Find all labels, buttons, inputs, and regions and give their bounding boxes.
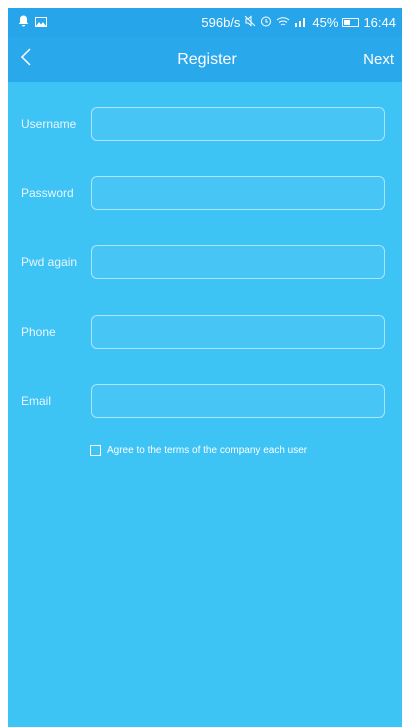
status-bar: 596b/s 45% 16:44 xyxy=(8,8,402,37)
phone-label: Phone xyxy=(21,325,56,339)
battery-percent: 45% xyxy=(312,15,339,30)
username-input[interactable] xyxy=(91,107,385,141)
network-speed: 596b/s xyxy=(201,15,241,30)
chevron-left-icon xyxy=(20,48,31,66)
password-again-input[interactable] xyxy=(91,245,385,279)
wifi-icon xyxy=(276,15,290,30)
notification-icon xyxy=(18,15,29,30)
terms-checkbox[interactable] xyxy=(90,445,101,456)
password-again-label: Pwd again xyxy=(21,255,78,269)
status-left xyxy=(18,15,47,30)
battery-fill xyxy=(344,20,351,25)
terms-label: Agree to the terms of the company each u… xyxy=(107,445,308,456)
phone-screen: 596b/s 45% 16:44 Register Next Username … xyxy=(8,8,402,727)
page-title: Register xyxy=(177,50,237,68)
email-row: Email xyxy=(8,383,402,419)
email-label: Email xyxy=(21,394,52,408)
username-row: Username xyxy=(8,106,402,142)
battery-icon xyxy=(342,18,360,27)
terms-agreement: Agree to the terms of the company each u… xyxy=(90,445,307,456)
signal-icon xyxy=(294,15,308,30)
phone-row: Phone xyxy=(8,314,402,350)
next-button[interactable]: Next xyxy=(354,51,394,68)
password-input[interactable] xyxy=(91,176,385,210)
password-row: Password xyxy=(8,175,402,211)
alarm-icon xyxy=(260,15,272,30)
email-input[interactable] xyxy=(91,384,385,418)
back-button[interactable] xyxy=(20,47,60,72)
image-icon xyxy=(35,15,47,30)
mute-icon xyxy=(244,15,256,30)
status-right: 596b/s 45% 16:44 xyxy=(201,15,396,30)
phone-input[interactable] xyxy=(91,315,385,349)
password-label: Password xyxy=(21,186,74,200)
username-label: Username xyxy=(21,117,77,131)
nav-bar: Register Next xyxy=(8,37,402,82)
clock: 16:44 xyxy=(363,15,396,30)
password-again-row: Pwd again xyxy=(8,244,402,280)
